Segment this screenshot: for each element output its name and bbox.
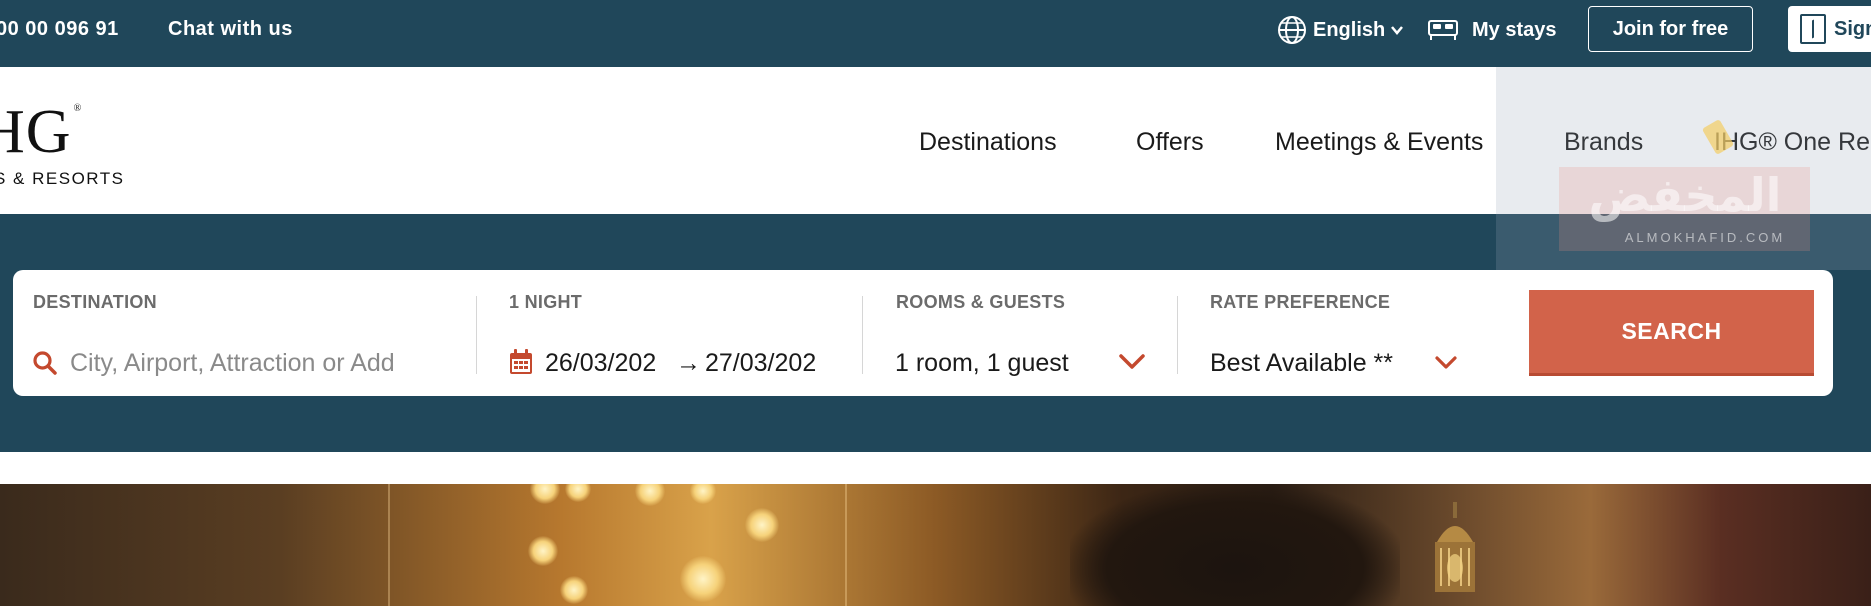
top-utility-bar: 00 00 096 91 Chat with us English My sta…	[0, 0, 1871, 67]
destination-input[interactable]	[70, 344, 450, 382]
chevron-down-icon[interactable]	[1118, 353, 1146, 371]
sign-in-label: Sign	[1834, 17, 1871, 40]
field-divider	[862, 296, 863, 374]
field-divider	[476, 296, 477, 374]
bed-icon	[1428, 20, 1458, 40]
destination-label: DESTINATION	[33, 292, 157, 312]
rooms-guests-select[interactable]: 1 room, 1 guest	[895, 349, 1069, 378]
check-out-date[interactable]: 27/03/202	[705, 349, 833, 378]
language-label: English	[1313, 18, 1386, 41]
lantern-decoration	[1435, 502, 1475, 592]
phone-number[interactable]: 00 00 096 91	[0, 18, 119, 41]
nav-meetings-events[interactable]: Meetings & Events	[1275, 128, 1483, 157]
search-button[interactable]: SEARCH	[1529, 290, 1814, 376]
chevron-down-icon[interactable]	[1434, 355, 1458, 371]
rate-preference-select[interactable]: Best Available **	[1210, 349, 1393, 378]
globe-icon	[1278, 16, 1306, 44]
watermark-subtext: ALMOKHAFID.COM	[1624, 230, 1786, 245]
chevron-down-icon	[1391, 26, 1404, 35]
rooms-guests-label: ROOMS & GUESTS	[896, 292, 1066, 312]
search-icon	[33, 351, 57, 375]
my-stays-label: My stays	[1472, 18, 1557, 41]
hero-image	[0, 484, 1871, 606]
watermark-text: المخفض	[1588, 168, 1782, 222]
check-in-date[interactable]: 26/03/202	[545, 349, 673, 378]
chat-with-us-link[interactable]: Chat with us	[168, 18, 293, 41]
door-icon	[1800, 14, 1826, 44]
nav-offers[interactable]: Offers	[1136, 128, 1204, 157]
ihg-logo-tagline: S & RESORTS	[0, 169, 125, 188]
calendar-icon	[510, 349, 532, 374]
nights-label: 1 NIGHT	[509, 292, 583, 312]
field-divider	[1177, 296, 1178, 374]
join-for-free-button[interactable]: Join for free	[1588, 6, 1753, 52]
sign-in-button[interactable]: Sign	[1788, 6, 1871, 52]
nav-destinations[interactable]: Destinations	[919, 128, 1057, 157]
rate-preference-label: RATE PREFERENCE	[1210, 292, 1391, 312]
language-selector[interactable]: English	[1277, 14, 1404, 46]
date-arrow: →	[676, 349, 701, 377]
my-stays-link[interactable]: My stays	[1428, 14, 1557, 46]
